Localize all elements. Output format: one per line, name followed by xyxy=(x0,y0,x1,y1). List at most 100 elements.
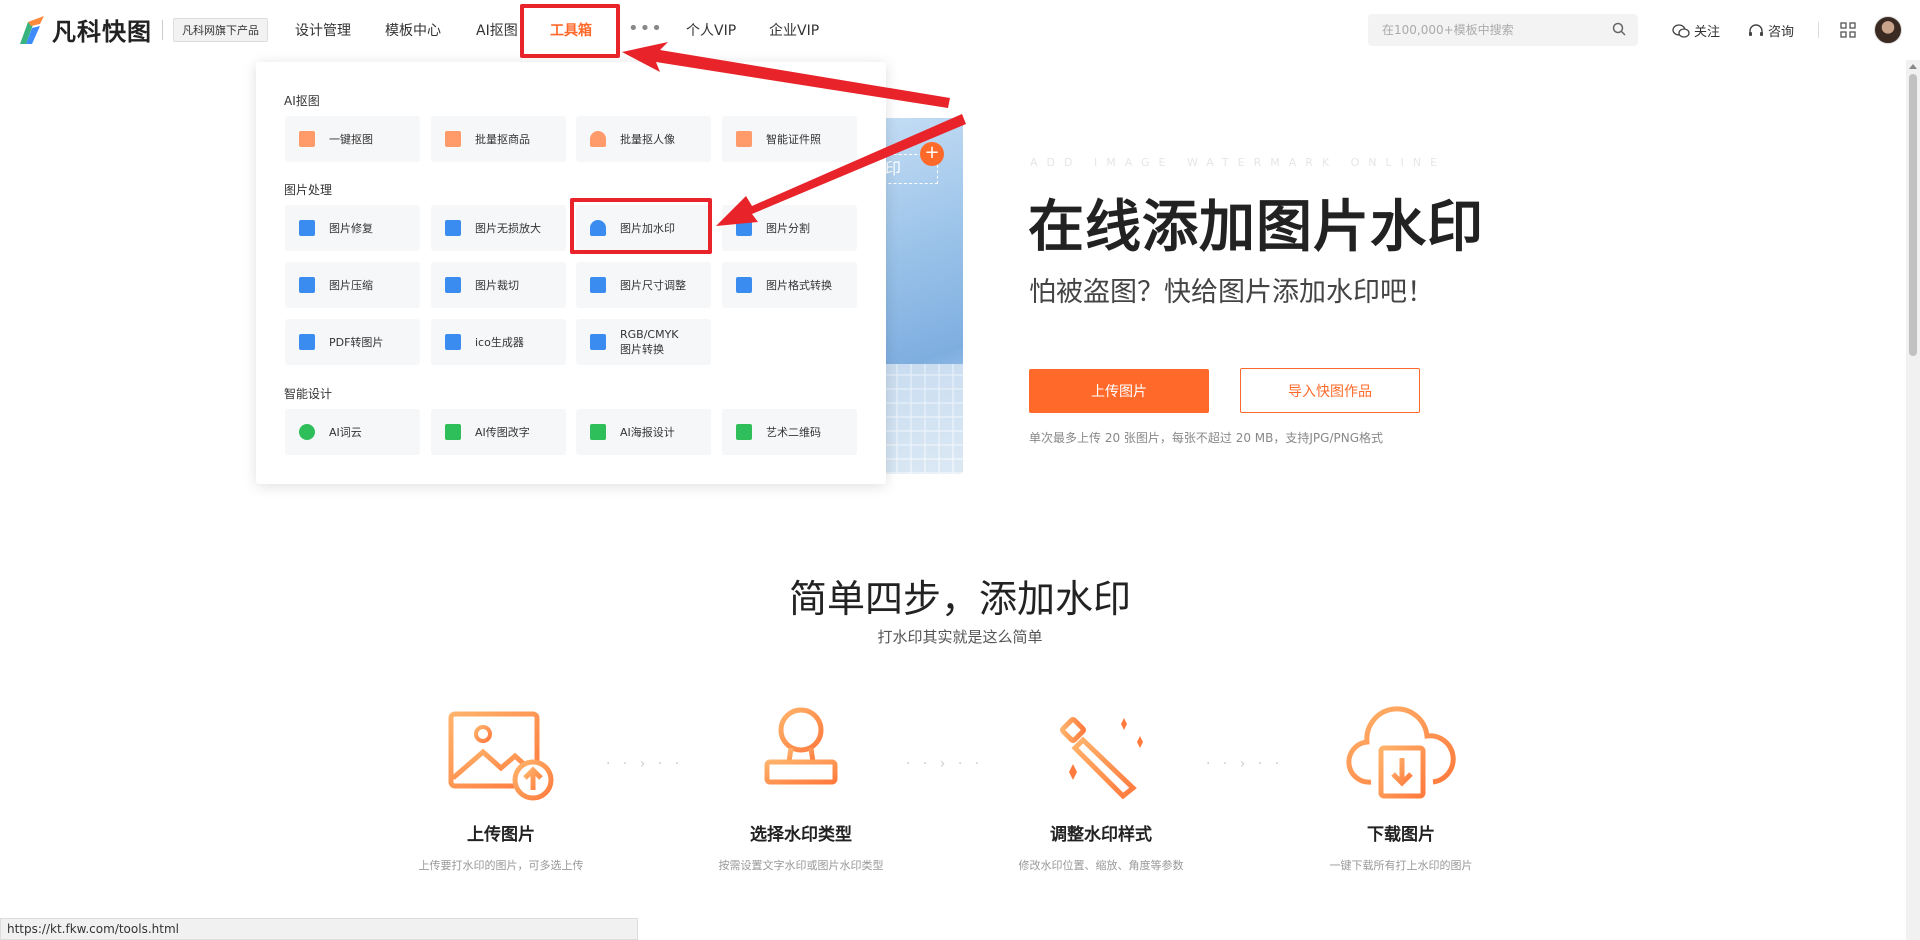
tool-smart-id-photo[interactable]: 智能证件照 xyxy=(722,116,857,162)
brand-tag: 凡科网旗下产品 xyxy=(173,17,268,42)
tool-one-click-cutout[interactable]: 一键抠图 xyxy=(285,116,420,162)
logo[interactable]: 凡科快图 凡科网旗下产品 xyxy=(18,12,268,47)
tool-label: 一键抠图 xyxy=(329,133,373,146)
logo-divider xyxy=(162,19,163,40)
add-icon: + xyxy=(920,142,944,166)
avatar[interactable] xyxy=(1874,16,1902,44)
tool-pdf-to-image[interactable]: PDF转图片 xyxy=(285,319,420,365)
search-input[interactable] xyxy=(1382,23,1602,37)
follow-label: 关注 xyxy=(1694,25,1721,40)
import-works-button[interactable]: 导入快图作品 xyxy=(1240,368,1420,413)
magic-wand-icon xyxy=(1060,717,1143,800)
tool-lossless-enlarge[interactable]: 图片无损放大 xyxy=(431,205,566,251)
tool-ai-image-text-edit[interactable]: AI传图改字 xyxy=(431,409,566,455)
upload-image-button[interactable]: 上传图片 xyxy=(1029,369,1209,413)
tool-batch-portrait-cutout[interactable]: 批量抠人像 xyxy=(576,116,711,162)
nav-personal-vip[interactable]: 个人VIP xyxy=(686,20,736,40)
tool-label: 图片格式转换 xyxy=(766,279,832,292)
wechat-icon xyxy=(1672,23,1690,38)
step-desc: 按需设置文字水印或图片水印类型 xyxy=(718,859,884,872)
bag-icon xyxy=(445,131,461,147)
step-title: 选择水印类型 xyxy=(750,825,852,845)
tool-ai-word-cloud[interactable]: AI词云 xyxy=(285,409,420,455)
tool-label: 图片裁切 xyxy=(475,279,519,292)
status-bar-url: https://kt.fkw.com/tools.html xyxy=(0,918,638,940)
compress-icon xyxy=(299,277,315,293)
steps-subtitle: 打水印其实就是这么简单 xyxy=(877,628,1043,646)
tool-label: 智能证件照 xyxy=(766,133,821,146)
top-navigation: 凡科快图 凡科网旗下产品 设计管理 模板中心 AI抠图 工具箱 ••• 个人VI… xyxy=(0,0,1920,60)
search-box xyxy=(1368,14,1638,46)
cloud-download-icon xyxy=(1346,706,1456,799)
qrcode-icon xyxy=(736,424,752,440)
follow-link[interactable]: 关注 xyxy=(1672,21,1720,40)
step-connector: · · › · · xyxy=(1206,756,1284,772)
hero-subtitle: 怕被盗图？快给图片添加水印吧！ xyxy=(1029,277,1434,308)
convert-icon xyxy=(736,277,752,293)
tool-format-convert[interactable]: 图片格式转换 xyxy=(722,262,857,308)
step-download: 下载图片 一键下载所有打上水印的图片 xyxy=(1301,706,1501,873)
hero-english-title: ADD IMAGE WATERMARK ONLINE xyxy=(1030,156,1447,169)
step-desc: 一键下载所有打上水印的图片 xyxy=(1329,859,1473,872)
step-title: 下载图片 xyxy=(1367,825,1435,845)
enlarge-icon xyxy=(445,220,461,236)
nav-ai-cutout[interactable]: AI抠图 xyxy=(476,20,518,40)
nav-enterprise-vip[interactable]: 企业VIP xyxy=(769,20,819,40)
step-desc: 修改水印位置、缩放、角度等参数 xyxy=(1018,859,1184,872)
steps-title: 简单四步，添加水印 xyxy=(788,577,1131,621)
id-photo-icon xyxy=(736,131,752,147)
tool-label: 图片分割 xyxy=(766,222,810,235)
split-icon xyxy=(736,220,752,236)
color-mode-icon xyxy=(590,334,606,350)
apps-grid-icon[interactable] xyxy=(1840,22,1856,38)
step-title: 上传图片 xyxy=(467,825,535,845)
tool-label: RGB/CMYK 图片转换 xyxy=(620,328,679,356)
vertical-scrollbar[interactable] xyxy=(1906,60,1920,940)
cutout-icon xyxy=(299,131,315,147)
group-title-image-processing: 图片处理 xyxy=(284,183,333,197)
nav-template-center[interactable]: 模板中心 xyxy=(385,20,441,40)
scrollbar-thumb[interactable] xyxy=(1909,74,1917,356)
step-connector: · · › · · xyxy=(906,756,984,772)
tool-label: 图片尺寸调整 xyxy=(620,279,686,292)
step-connector: · · › · · xyxy=(606,756,684,772)
tool-label: 批量抠人像 xyxy=(620,133,675,146)
step-upload: 上传图片 上传要打水印的图片，可多选上传 xyxy=(401,706,601,873)
tool-art-qrcode[interactable]: 艺术二维码 xyxy=(722,409,857,455)
tool-label: 艺术二维码 xyxy=(766,426,821,439)
tool-image-split[interactable]: 图片分割 xyxy=(722,205,857,251)
tool-image-crop[interactable]: 图片裁切 xyxy=(431,262,566,308)
step-title: 调整水印样式 xyxy=(1050,825,1152,845)
search-icon[interactable] xyxy=(1612,22,1626,36)
nav-divider xyxy=(1818,22,1819,38)
tool-label: ico生成器 xyxy=(475,336,524,349)
scroll-up-icon[interactable] xyxy=(1909,64,1917,69)
more-menu-icon[interactable]: ••• xyxy=(628,18,663,39)
tool-label: 图片无损放大 xyxy=(475,222,541,235)
tool-ai-poster-design[interactable]: AI海报设计 xyxy=(576,409,711,455)
tool-rgb-cmyk-convert[interactable]: RGB/CMYK 图片转换 xyxy=(576,319,711,365)
step-choose-type: 选择水印类型 按需设置文字水印或图片水印类型 xyxy=(701,706,901,873)
tool-image-compress[interactable]: 图片压缩 xyxy=(285,262,420,308)
tool-label: AI海报设计 xyxy=(620,426,675,439)
resize-icon xyxy=(590,277,606,293)
toolbox-dropdown: AI抠图 图片处理 智能设计 一键抠图 批量抠商品 批量抠人像 智能证件照 图片… xyxy=(256,62,886,484)
cloud-icon xyxy=(299,424,315,440)
nav-design-management[interactable]: 设计管理 xyxy=(295,20,351,40)
tool-image-resize[interactable]: 图片尺寸调整 xyxy=(576,262,711,308)
crop-icon xyxy=(445,277,461,293)
step-adjust-style: 调整水印样式 修改水印位置、缩放、角度等参数 xyxy=(1001,706,1201,873)
step-desc: 上传要打水印的图片，可多选上传 xyxy=(418,859,584,872)
tool-label: 批量抠商品 xyxy=(475,133,530,146)
tool-batch-product-cutout[interactable]: 批量抠商品 xyxy=(431,116,566,162)
tool-label: PDF转图片 xyxy=(329,336,384,349)
highlight-box-watermark-tool xyxy=(570,198,712,254)
logo-text: 凡科快图 xyxy=(52,18,152,46)
consult-link[interactable]: 咨询 xyxy=(1748,21,1794,40)
tool-label: AI词云 xyxy=(329,426,362,439)
tool-ico-generator[interactable]: ico生成器 xyxy=(431,319,566,365)
tool-label: 图片压缩 xyxy=(329,279,373,292)
wrench-icon xyxy=(299,220,315,236)
tool-label: 图片修复 xyxy=(329,222,373,235)
tool-image-repair[interactable]: 图片修复 xyxy=(285,205,420,251)
